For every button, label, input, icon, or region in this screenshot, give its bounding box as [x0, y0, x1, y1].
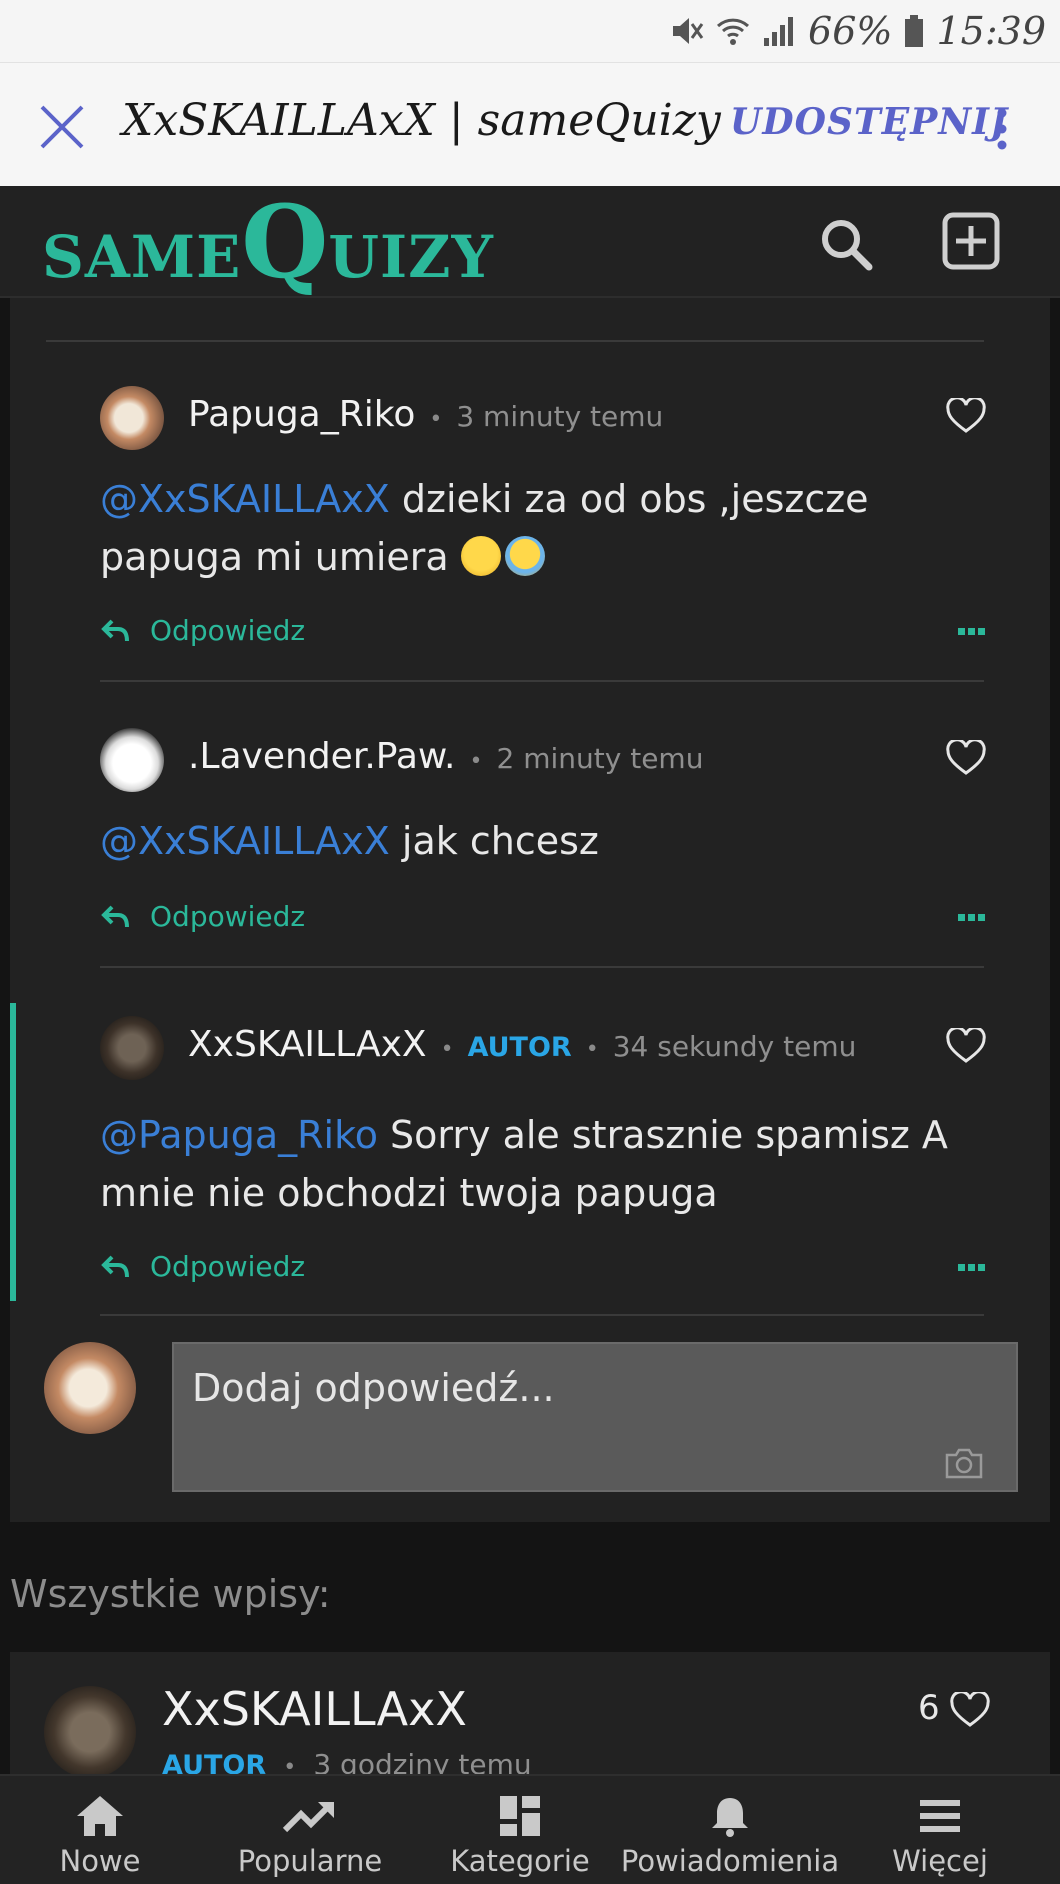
- nav-popular[interactable]: Popularne: [220, 1776, 400, 1884]
- more-options-icon[interactable]: [958, 628, 986, 636]
- page-title: XxSKAILLAxX | sameQuizy: [122, 95, 721, 146]
- wifi-icon: [716, 18, 750, 45]
- reply-button[interactable]: Odpowiedz: [100, 900, 305, 933]
- reply-icon: [101, 905, 129, 927]
- comment-time: 2 minuty temu: [496, 742, 704, 775]
- mention-link[interactable]: @Papuga_Riko: [100, 1113, 378, 1157]
- heart-icon[interactable]: [946, 398, 986, 434]
- more-options-icon[interactable]: [958, 1264, 986, 1272]
- avatar[interactable]: [100, 1016, 164, 1080]
- comment-time: 3 minuty temu: [456, 400, 664, 433]
- reply-button[interactable]: Odpowiedz: [100, 614, 305, 647]
- likes-count: 6: [918, 1688, 940, 1728]
- section-title: Wszystkie wpisy:: [10, 1572, 331, 1616]
- search-icon[interactable]: [818, 216, 874, 272]
- browser-bar: XxSKAILLAxX | sameQuizy UDOSTĘPNIJ: [0, 62, 1060, 186]
- comment-text: @XxSKAILLAxX dzieki za od obs ,jeszcze p…: [100, 477, 869, 579]
- mute-icon: [673, 18, 704, 44]
- current-user-avatar: [44, 1342, 136, 1434]
- comment-text: @XxSKAILLAxX jak chcesz: [100, 819, 599, 863]
- comment-text: @Papuga_Riko Sorry ale strasznie spamisz…: [100, 1113, 948, 1215]
- divider: [100, 966, 984, 968]
- bell-icon: [712, 1798, 748, 1837]
- heart-icon[interactable]: [946, 740, 986, 776]
- avatar[interactable]: [100, 728, 164, 792]
- heart-icon[interactable]: [950, 1692, 990, 1728]
- reply-placeholder: Dodaj odpowiedź...: [192, 1366, 555, 1410]
- home-icon: [77, 1796, 123, 1836]
- camera-icon[interactable]: [944, 1446, 984, 1480]
- entry-author[interactable]: XxSKAILLAxX: [162, 1682, 467, 1736]
- mention-link[interactable]: @XxSKAILLAxX: [100, 819, 390, 863]
- divider: [46, 340, 984, 342]
- comment-author[interactable]: XxSKAILLAxX: [188, 1024, 427, 1065]
- avatar[interactable]: [44, 1686, 136, 1778]
- nav-more[interactable]: Więcej: [880, 1776, 1000, 1884]
- avatar[interactable]: [100, 386, 164, 450]
- nav-new[interactable]: Nowe: [30, 1776, 170, 1884]
- trending-icon: [282, 1802, 334, 1833]
- battery-percent: 66%: [808, 9, 893, 53]
- heart-icon[interactable]: [946, 1028, 986, 1064]
- overflow-menu-icon[interactable]: [988, 105, 1016, 153]
- comment-author[interactable]: .Lavender.Paw.: [188, 736, 456, 777]
- reply-icon: [101, 1255, 129, 1277]
- sobbing-emoji-icon: [504, 536, 545, 576]
- nav-categories[interactable]: Kategorie: [440, 1776, 600, 1884]
- grid-icon: [500, 1796, 540, 1836]
- comment-time: 34 sekundy temu: [612, 1030, 857, 1063]
- share-button[interactable]: UDOSTĘPNIJ: [730, 101, 1008, 143]
- menu-icon: [920, 1800, 960, 1832]
- samequizy-logo[interactable]: SAMEQUIZY: [42, 192, 494, 292]
- comment-author[interactable]: Papuga_Riko: [188, 394, 415, 435]
- reply-icon: [101, 619, 129, 641]
- signal-icon: [764, 17, 794, 46]
- reply-input[interactable]: Dodaj odpowiedź...: [172, 1342, 1018, 1492]
- battery-icon: [905, 15, 924, 47]
- clock: 15:39: [936, 9, 1046, 53]
- divider: [100, 680, 984, 682]
- highlight-bar: [10, 1003, 16, 1301]
- crying-emoji-icon: [460, 536, 501, 576]
- bottom-navigation: Nowe Popularne Kategorie Powiadomienia W…: [0, 1774, 1060, 1884]
- reply-button[interactable]: Odpowiedz: [100, 1250, 305, 1283]
- add-quiz-icon[interactable]: [942, 212, 1000, 270]
- more-options-icon[interactable]: [958, 914, 986, 922]
- status-bar: 66% 15:39: [0, 0, 1060, 62]
- author-badge: AUTOR: [467, 1032, 572, 1063]
- site-header: SAMEQUIZY: [0, 186, 1060, 298]
- divider: [100, 1314, 984, 1316]
- close-icon[interactable]: [38, 103, 86, 151]
- nav-notifications[interactable]: Powiadomienia: [620, 1776, 840, 1884]
- mention-link[interactable]: @XxSKAILLAxX: [100, 477, 390, 521]
